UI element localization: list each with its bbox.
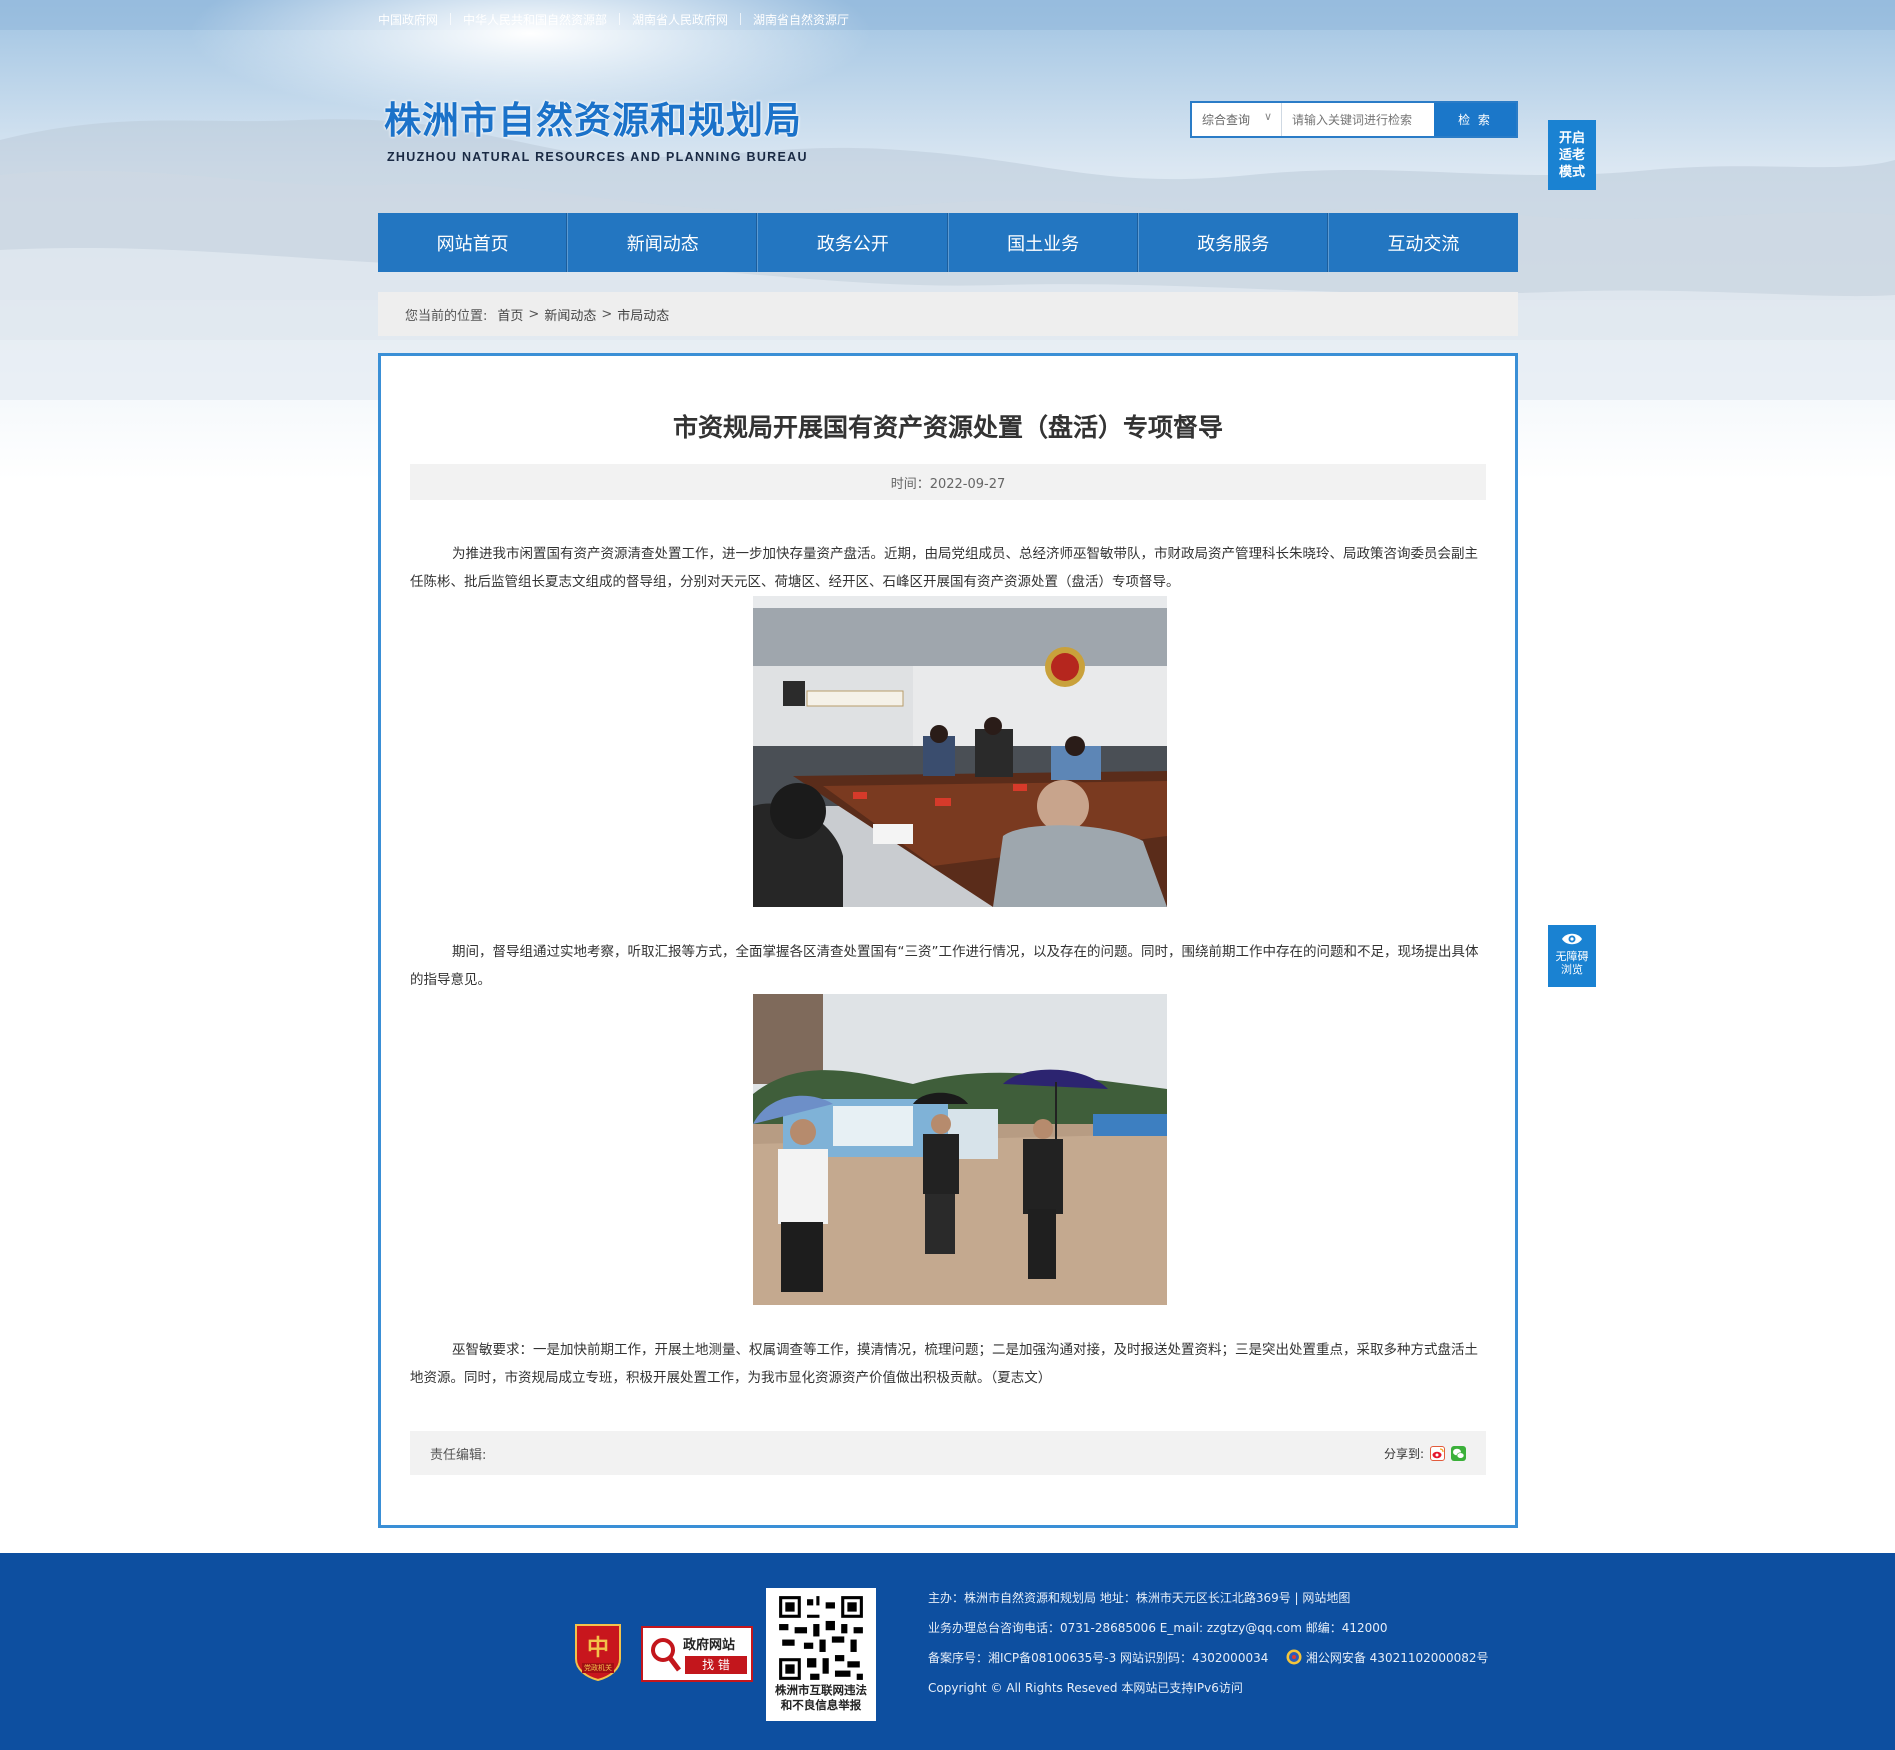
footer-contact-line: 业务办理总台咨询电话：0731-28685006 E_mail: zzgtzy@…	[928, 1621, 1388, 1635]
breadcrumb-separator: >	[601, 306, 613, 322]
icp-record[interactable]: 备案序号：湘ICP备08100635号-3 网站识别码：4302000034	[928, 1651, 1268, 1665]
qr-caption-line1: 株洲市互联网违法	[775, 1683, 867, 1697]
nav-item-home[interactable]: 网站首页	[378, 213, 569, 272]
search-scope-value: 综合查询	[1202, 113, 1251, 127]
police-badge-icon	[1286, 1649, 1302, 1665]
accessible-label-line1: 无障碍	[1555, 950, 1589, 963]
accessible-browse-button[interactable]: 无障碍 浏览	[1548, 925, 1596, 987]
logo-chinese-name: 株洲市自然资源和规划局	[384, 99, 802, 142]
nav-item-gov-affairs[interactable]: 政务公开	[758, 213, 949, 272]
footer-info: 主办：株洲市自然资源和规划局 地址：株洲市天元区长江北路369号 | 网站地图 …	[928, 1583, 1489, 1703]
footer-record-line: 备案序号：湘ICP备08100635号-3 网站识别码：4302000034 湘…	[928, 1643, 1489, 1673]
eye-icon	[1562, 933, 1582, 945]
breadcrumb-home[interactable]: 首页	[497, 305, 523, 324]
nav-item-interaction[interactable]: 互动交流	[1329, 213, 1518, 272]
magnifier-icon	[651, 1638, 681, 1672]
top-links-bar: 中国政府网 中华人民共和国自然资源部 湖南省人民政府网 湖南省自然资源厅	[378, 8, 861, 30]
nav-item-gov-service[interactable]: 政务服务	[1139, 213, 1329, 272]
logo-english-name: ZHUZHOU NATURAL RESOURCES AND PLANNING B…	[387, 150, 808, 164]
party-gov-badge-icon[interactable]: 中 党政机关	[572, 1621, 624, 1682]
site-logo[interactable]: 株洲市自然资源和规划局 ZHUZHOU NATURAL RESOURCES AN…	[384, 90, 808, 164]
article-paragraph-1: 为推进我市闲置国有资产资源清查处置工作，进一步加快存量资产盘活。近期，由局党组成…	[410, 546, 1478, 590]
breadcrumb-separator: >	[528, 306, 540, 322]
weibo-icon[interactable]	[1430, 1445, 1445, 1461]
wechat-icon[interactable]	[1451, 1445, 1466, 1461]
article-date: 时间：2022-09-27	[410, 464, 1486, 500]
article-paragraph-3: 巫智敏要求：一是加快前期工作，开展土地测量、权属调查等工作，摸清情况，梳理问题；…	[410, 1342, 1478, 1386]
breadcrumb-label: 您当前的位置:	[405, 308, 488, 324]
public-security-record[interactable]: 湘公网安备 43021102000082号	[1306, 1651, 1489, 1665]
footer-copyright: Copyright © All Rights Reseved 本网站已支持IPv…	[928, 1681, 1243, 1695]
search-input[interactable]	[1282, 103, 1434, 136]
chevron-down-icon: ∨	[1263, 110, 1272, 123]
top-link-hunan-gov[interactable]: 湖南省人民政府网	[620, 11, 740, 28]
search-button[interactable]: 检 索	[1434, 103, 1516, 136]
share-bar: 分享到:	[1384, 1445, 1466, 1462]
search-box: 综合查询 ∨ 检 索	[1190, 101, 1518, 138]
elder-mode-label-line1: 开启	[1558, 131, 1585, 146]
main-nav: 网站首页 新闻动态 政务公开 国土业务 政务服务 互动交流	[378, 213, 1518, 272]
breadcrumb: 您当前的位置: 首页 > 新闻动态 > 市局动态	[378, 292, 1518, 336]
article-footer-bar: 责任编辑: 分享到:	[410, 1431, 1486, 1475]
footer-sponsor-line: 主办：株洲市自然资源和规划局 地址：株洲市天元区长江北路369号 | 网站地图	[928, 1591, 1351, 1605]
meeting-photo	[753, 596, 1167, 907]
top-link-mnr[interactable]: 中华人民共和国自然资源部	[451, 11, 619, 28]
accessible-label-line2: 浏览	[1561, 963, 1583, 976]
top-link-gov[interactable]: 中国政府网	[378, 11, 450, 28]
top-link-hunan-nr[interactable]: 湖南省自然资源厅	[741, 11, 861, 28]
article-paragraph-2: 期间，督导组通过实地考察，听取汇报等方式，全面掌握各区清查处置国有“三资”工作进…	[410, 944, 1479, 988]
gov-site-error-report-button[interactable]: 政府网站 找 错	[641, 1626, 753, 1682]
breadcrumb-news[interactable]: 新闻动态	[544, 305, 596, 324]
error-report-top: 政府网站	[683, 1638, 736, 1653]
editor-label: 责任编辑:	[430, 1447, 487, 1463]
badge-text: 党政机关	[584, 1664, 612, 1672]
elder-mode-button[interactable]: 开启 适老 模式	[1548, 120, 1596, 190]
report-qr-code[interactable]: 株洲市互联网违法 和不良信息举报	[766, 1588, 876, 1721]
qr-code-icon	[776, 1593, 866, 1683]
search-scope-select[interactable]: 综合查询 ∨	[1192, 103, 1282, 136]
error-report-bottom: 找 错	[685, 1656, 747, 1674]
article-container: 市资规局开展国有资产资源处置（盘活）专项督导 时间：2022-09-27 为推进…	[378, 353, 1518, 1528]
qr-caption-line2: 和不良信息举报	[780, 1698, 862, 1712]
nav-item-land-business[interactable]: 国土业务	[949, 213, 1139, 272]
elder-mode-label-line2: 适老	[1558, 148, 1585, 163]
svg-text:中: 中	[587, 1636, 609, 1661]
elder-mode-label-line3: 模式	[1558, 165, 1585, 180]
breadcrumb-city-news[interactable]: 市局动态	[617, 305, 669, 324]
site-inspection-photo	[753, 994, 1167, 1305]
site-footer: 中 党政机关 政府网站 找 错 株洲市互联网违法 和不良信息举报 主办：株洲市自…	[0, 1553, 1895, 1750]
qr-caption: 株洲市互联网违法 和不良信息举报	[766, 1683, 876, 1713]
share-label: 分享到:	[1383, 1446, 1424, 1461]
nav-item-news[interactable]: 新闻动态	[568, 213, 759, 272]
article-title: 市资规局开展国有资产资源处置（盘活）专项督导	[672, 413, 1223, 442]
